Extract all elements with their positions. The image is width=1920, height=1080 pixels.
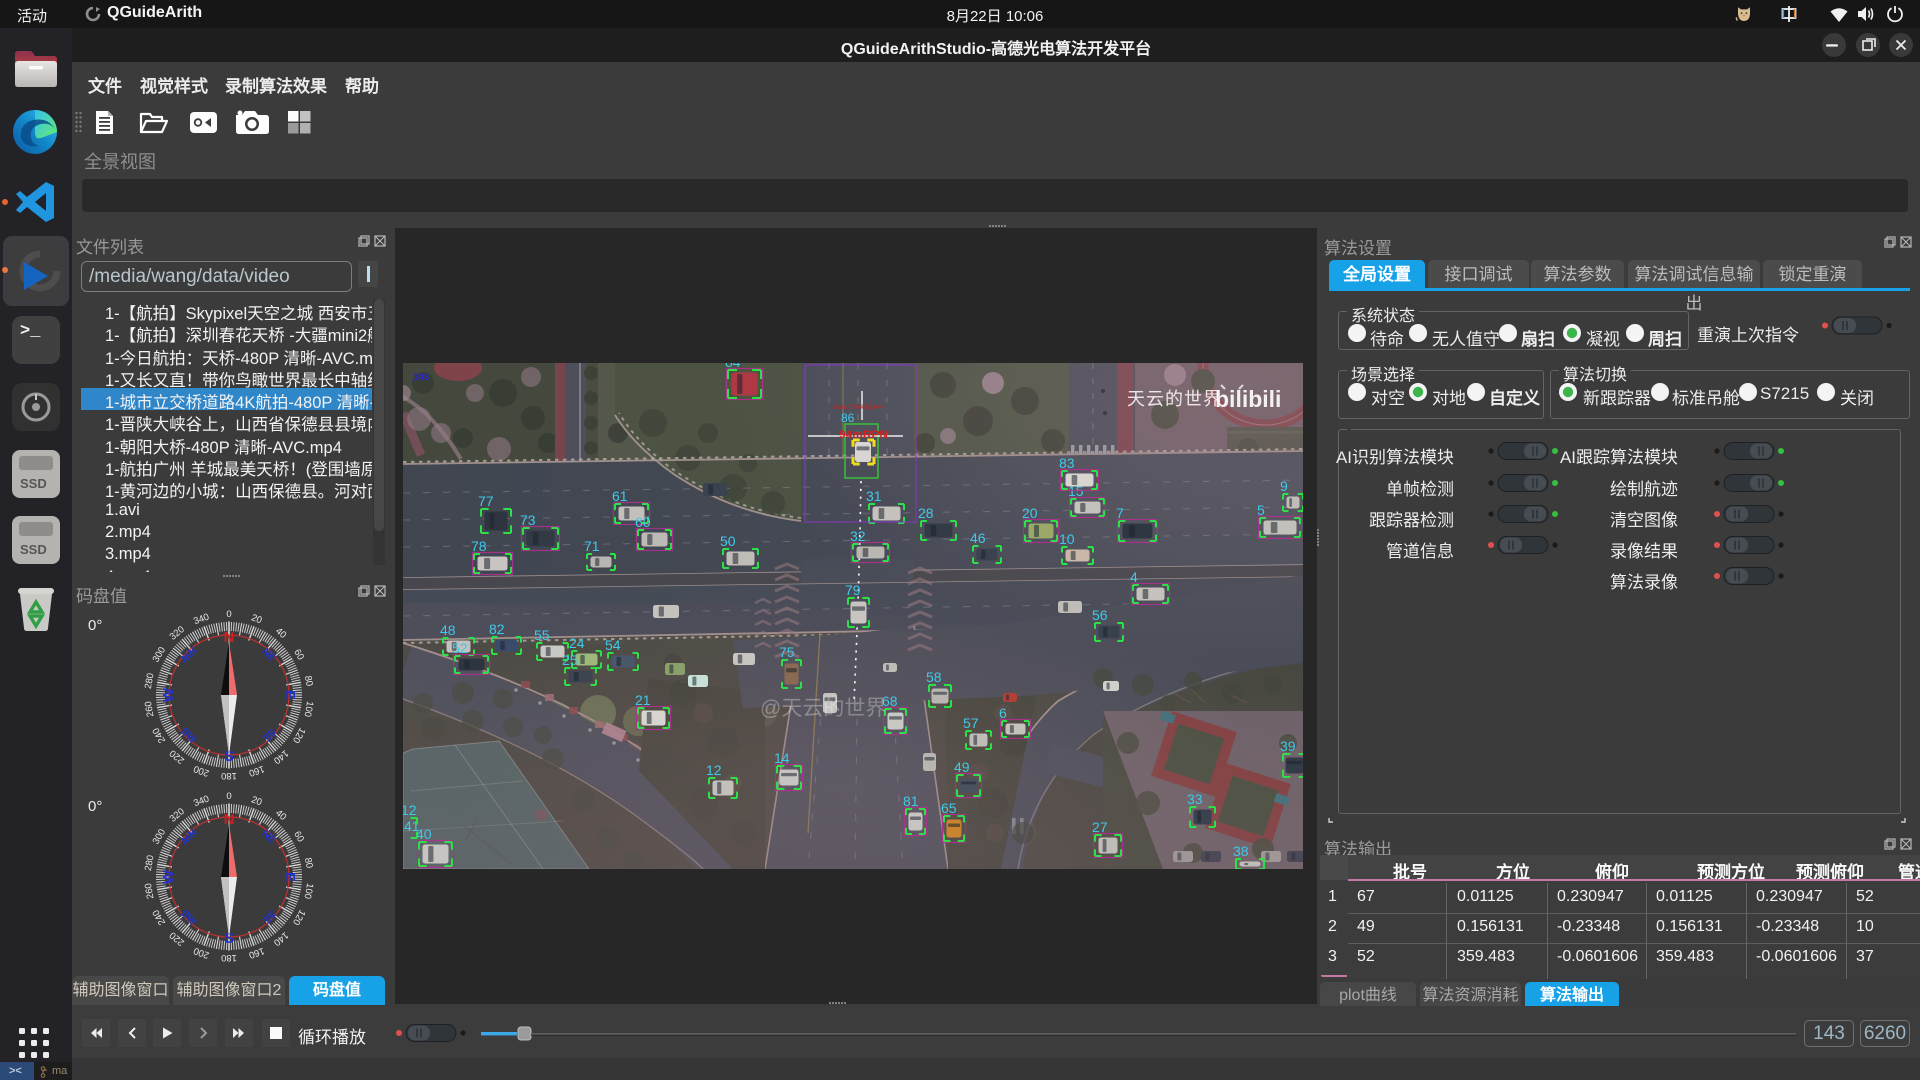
svg-text:SE: SE xyxy=(260,726,278,744)
svg-text:71: 71 xyxy=(584,538,600,554)
svg-text:38: 38 xyxy=(1233,843,1249,859)
svg-text:20: 20 xyxy=(1022,505,1038,521)
svg-text:0: 0 xyxy=(226,791,231,802)
svg-text:140: 140 xyxy=(271,747,290,766)
svg-text:77: 77 xyxy=(478,493,494,509)
svg-text:40: 40 xyxy=(273,808,288,823)
svg-text:21: 21 xyxy=(635,692,651,708)
svg-text:260: 260 xyxy=(143,700,157,718)
svg-text:84: 84 xyxy=(725,363,741,370)
svg-text:73: 73 xyxy=(520,512,536,528)
svg-text:54: 54 xyxy=(605,637,621,653)
svg-text:100: 100 xyxy=(302,882,316,900)
svg-text:81: 81 xyxy=(903,793,919,809)
svg-text:28: 28 xyxy=(918,505,934,521)
svg-text:52: 52 xyxy=(452,640,468,656)
svg-text:@天云的世界: @天云的世界 xyxy=(760,697,886,720)
svg-text:E: E xyxy=(281,872,298,882)
svg-text:6: 6 xyxy=(999,705,1007,721)
svg-text:40: 40 xyxy=(273,626,288,641)
svg-text:320: 320 xyxy=(168,806,187,825)
svg-text:天云的世界: 天云的世界 xyxy=(1127,389,1222,409)
svg-text:340: 340 xyxy=(192,793,211,809)
svg-text:NE: NE xyxy=(260,646,279,665)
svg-text:39: 39 xyxy=(1280,738,1296,754)
svg-text:86: 86 xyxy=(841,411,855,425)
svg-text:33: 33 xyxy=(1187,791,1203,807)
svg-text:49: 49 xyxy=(954,759,970,775)
svg-text:W: W xyxy=(160,687,177,702)
svg-text:60: 60 xyxy=(291,647,306,662)
svg-text:220: 220 xyxy=(168,929,187,948)
svg-text:56: 56 xyxy=(1092,607,1108,623)
svg-text:31: 31 xyxy=(866,488,882,504)
svg-text:340: 340 xyxy=(192,611,211,627)
svg-text:79: 79 xyxy=(845,582,861,598)
svg-text:160: 160 xyxy=(247,945,266,961)
svg-text:100: 100 xyxy=(302,700,316,718)
svg-text:94mRPN: 94mRPN xyxy=(839,429,888,441)
svg-text:SW: SW xyxy=(178,725,199,746)
svg-text:24: 24 xyxy=(569,635,585,651)
svg-text:140: 140 xyxy=(271,929,290,948)
svg-text:60: 60 xyxy=(635,514,651,530)
svg-text:SW: SW xyxy=(178,907,199,928)
svg-text:280: 280 xyxy=(143,854,157,872)
svg-text:7: 7 xyxy=(1116,505,1124,521)
svg-text:75: 75 xyxy=(779,644,795,660)
svg-text:320: 320 xyxy=(168,624,187,643)
svg-text:57: 57 xyxy=(963,715,979,731)
svg-text:25: 25 xyxy=(562,652,578,668)
svg-text:65: 65 xyxy=(941,800,957,816)
svg-text:260: 260 xyxy=(143,882,157,900)
svg-text:10: 10 xyxy=(1059,531,1075,547)
svg-text:58: 58 xyxy=(926,669,942,685)
svg-text:61: 61 xyxy=(612,488,628,504)
svg-text:20: 20 xyxy=(250,612,264,626)
svg-text:80: 80 xyxy=(302,857,315,869)
svg-text:220: 220 xyxy=(168,747,187,766)
svg-text:180: 180 xyxy=(221,952,237,963)
svg-text:12: 12 xyxy=(706,762,722,778)
svg-text:60: 60 xyxy=(291,829,306,844)
svg-text:SE: SE xyxy=(260,908,278,926)
svg-text:NW: NW xyxy=(178,644,199,665)
svg-text:20: 20 xyxy=(250,794,264,808)
svg-text:83: 83 xyxy=(1059,455,1075,471)
svg-text:14: 14 xyxy=(774,750,790,766)
svg-text:82: 82 xyxy=(489,621,505,637)
svg-text:48: 48 xyxy=(440,622,456,638)
svg-text:E: E xyxy=(281,690,298,700)
svg-text:NW: NW xyxy=(178,826,199,847)
svg-text:NE: NE xyxy=(260,828,279,847)
svg-text:W: W xyxy=(160,869,177,884)
svg-text:78: 78 xyxy=(471,538,487,554)
svg-text:12: 12 xyxy=(403,802,417,818)
svg-text:80: 80 xyxy=(302,675,315,687)
svg-text:50: 50 xyxy=(720,533,736,549)
svg-text:frame:0.994567,fx=4: frame:0.994567,fx=4 xyxy=(834,405,885,411)
svg-text:46: 46 xyxy=(970,530,986,546)
svg-text:55: 55 xyxy=(534,627,550,643)
svg-text:200: 200 xyxy=(192,945,211,961)
svg-text:280: 280 xyxy=(143,672,157,690)
svg-text:32: 32 xyxy=(850,528,866,544)
svg-text:4: 4 xyxy=(1130,569,1138,585)
svg-text:143: 143 xyxy=(413,372,429,383)
svg-text:bilibili: bilibili xyxy=(1215,386,1281,412)
svg-text:27: 27 xyxy=(1092,819,1108,835)
